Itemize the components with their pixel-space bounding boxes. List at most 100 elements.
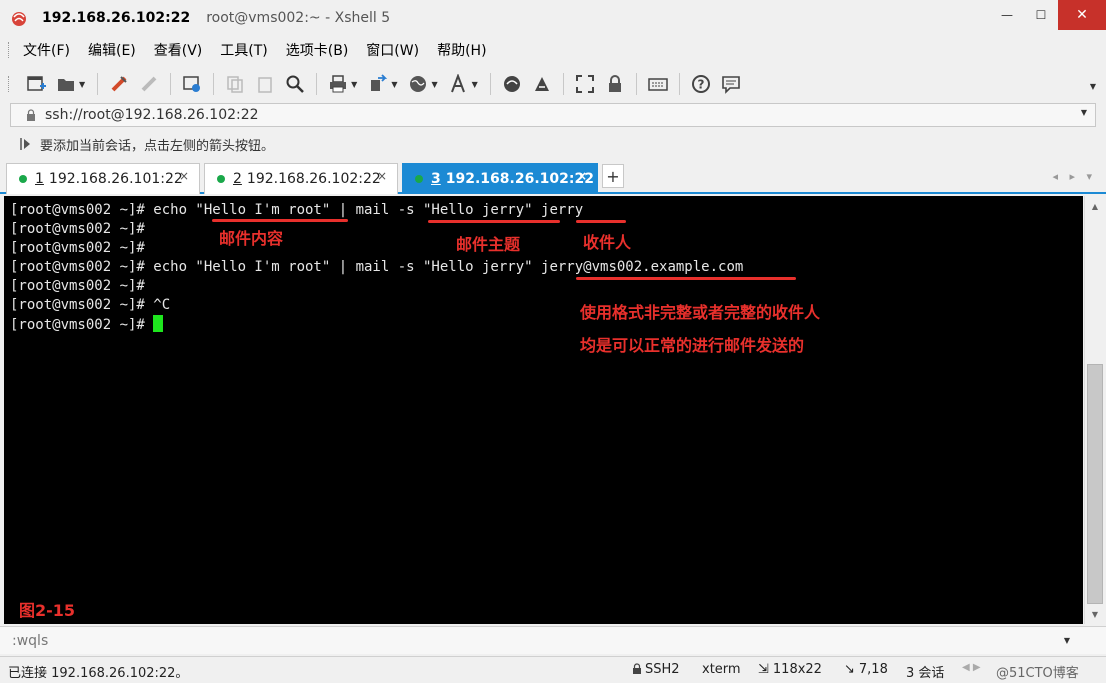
xftp-icon[interactable] bbox=[501, 73, 523, 95]
print-icon[interactable] bbox=[327, 73, 349, 95]
terminal-line: [root@vms002 ~]# bbox=[10, 240, 145, 256]
keyboard-icon[interactable] bbox=[647, 73, 669, 95]
toolbar-separator bbox=[97, 73, 99, 95]
tab-close-icon[interactable]: × bbox=[577, 169, 587, 183]
address-bar[interactable]: ssh://root@192.168.26.102:22 ▼ bbox=[10, 103, 1096, 127]
lock-icon[interactable] bbox=[604, 73, 626, 95]
toolbar-separator bbox=[316, 73, 318, 95]
toolbar-grip bbox=[8, 76, 11, 92]
terminal-line: [root@vms002 ~]# ^C bbox=[10, 297, 171, 313]
menu-view[interactable]: 查看(V) bbox=[152, 38, 205, 62]
tab-bar: 1 192.168.26.101:22 × 2 192.168.26.102:2… bbox=[0, 160, 1106, 194]
figure-label: 图2-15 bbox=[19, 601, 76, 620]
globe-icon[interactable] bbox=[407, 73, 429, 95]
help-icon[interactable]: ? bbox=[690, 73, 712, 95]
session-hint-bar: 要添加当前会话，点击左侧的箭头按钮。 bbox=[10, 132, 1096, 156]
transfer-icon[interactable] bbox=[367, 73, 389, 95]
status-cursor-pos: ↘ 7,18 bbox=[844, 662, 888, 677]
annotation-recipient: 收件人 bbox=[583, 233, 632, 252]
scroll-up-arrow-icon[interactable]: ▲ bbox=[1085, 198, 1105, 214]
toolbar-overflow-icon[interactable]: ▼ bbox=[1090, 82, 1096, 91]
connect-icon[interactable] bbox=[108, 73, 130, 95]
window-title-host: 192.168.26.102:22 bbox=[42, 10, 191, 26]
transfer-dropdown-icon[interactable]: ▼ bbox=[391, 80, 397, 89]
compose-input[interactable]: :wqls bbox=[12, 633, 48, 649]
tab-close-icon[interactable]: × bbox=[377, 169, 387, 183]
disconnect-icon[interactable] bbox=[138, 73, 160, 95]
status-size: ⇲ 118x22 bbox=[758, 662, 822, 677]
toolbar-separator bbox=[678, 73, 680, 95]
tab-number: 1 bbox=[35, 171, 44, 187]
chat-icon[interactable] bbox=[720, 73, 742, 95]
annotation-note-line1: 使用格式非完整或者完整的收件人 bbox=[580, 303, 821, 322]
menu-bar: 文件(F) 编辑(E) 查看(V) 工具(T) 选项卡(B) 窗口(W) 帮助(… bbox=[0, 36, 1106, 64]
window-controls: — ☐ ✕ bbox=[990, 0, 1106, 30]
annotation-underline bbox=[212, 219, 348, 222]
toolbar: ▼ ▼ ▼ ▼ ▼ ? ▼ bbox=[0, 66, 1106, 102]
svg-text:?: ? bbox=[697, 78, 704, 92]
compose-dropdown-icon[interactable]: ▼ bbox=[1064, 636, 1070, 645]
status-size-text: 118x22 bbox=[772, 662, 822, 677]
tab-navigation-arrows[interactable]: ◂ ▸ ▾ bbox=[1052, 170, 1096, 183]
tab-session-3[interactable]: 3 192.168.26.102:22 × bbox=[402, 163, 598, 194]
close-button[interactable]: ✕ bbox=[1058, 0, 1106, 30]
tab-number: 2 bbox=[233, 171, 242, 187]
window-title-subtitle: root@vms002:~ - Xshell 5 bbox=[206, 10, 391, 26]
menu-tools[interactable]: 工具(T) bbox=[218, 38, 269, 62]
terminal-prompt-text: [root@vms002 ~]# bbox=[10, 317, 154, 333]
menu-tabs[interactable]: 选项卡(B) bbox=[284, 38, 351, 62]
new-tab-button[interactable]: + bbox=[602, 164, 624, 188]
menu-file[interactable]: 文件(F) bbox=[21, 38, 72, 62]
open-folder-icon[interactable] bbox=[55, 73, 77, 95]
terminal-line: [root@vms002 ~]# bbox=[10, 221, 145, 237]
connected-status-icon bbox=[19, 175, 27, 183]
terminal-cursor bbox=[153, 315, 164, 332]
watermark: @51CTO博客 bbox=[996, 666, 1079, 681]
find-icon[interactable] bbox=[284, 73, 306, 95]
status-nav-arrows[interactable]: ◀ ▶ bbox=[962, 662, 981, 673]
connected-status-icon bbox=[217, 175, 225, 183]
status-protocol: SSH2 bbox=[632, 662, 680, 677]
new-session-icon[interactable] bbox=[25, 73, 47, 95]
ssh-lock-icon bbox=[633, 663, 641, 674]
add-session-arrow-icon[interactable] bbox=[20, 137, 32, 151]
copy-icon[interactable] bbox=[224, 73, 246, 95]
font-dropdown-icon[interactable]: ▼ bbox=[472, 80, 478, 89]
annotation-underline bbox=[576, 220, 626, 223]
compose-bar[interactable]: :wqls ▼ bbox=[0, 626, 1106, 654]
xshell-logo-icon bbox=[12, 12, 26, 26]
scrollbar-thumb[interactable] bbox=[1087, 364, 1103, 604]
tab-label: 192.168.26.102:22 bbox=[445, 171, 594, 187]
font-icon[interactable] bbox=[448, 73, 470, 95]
xshell-icon[interactable] bbox=[531, 73, 553, 95]
globe-dropdown-icon[interactable]: ▼ bbox=[431, 80, 437, 89]
tab-session-1[interactable]: 1 192.168.26.101:22 × bbox=[6, 163, 200, 194]
status-connected: 已连接 192.168.26.102:22。 bbox=[8, 666, 189, 681]
menu-help[interactable]: 帮助(H) bbox=[435, 38, 488, 62]
print-dropdown-icon[interactable]: ▼ bbox=[351, 80, 357, 89]
title-bar: 192.168.26.102:22 root@vms002:~ - Xshell… bbox=[0, 0, 1106, 36]
annotation-mail-content: 邮件内容 bbox=[219, 229, 284, 248]
status-bar: 已连接 192.168.26.102:22。 SSH2 xterm ⇲ 118x2… bbox=[0, 656, 1106, 683]
paste-icon[interactable] bbox=[254, 73, 276, 95]
open-dropdown-icon[interactable]: ▼ bbox=[79, 80, 85, 89]
terminal-scrollbar[interactable]: ▲ ▼ bbox=[1084, 196, 1104, 624]
maximize-button[interactable]: ☐ bbox=[1024, 0, 1058, 30]
fullscreen-icon[interactable] bbox=[574, 73, 596, 95]
menu-edit[interactable]: 编辑(E) bbox=[86, 38, 138, 62]
address-dropdown-icon[interactable]: ▼ bbox=[1081, 108, 1087, 117]
resize-icon: ⇲ bbox=[758, 662, 769, 677]
hint-text: 要添加当前会话，点击左侧的箭头按钮。 bbox=[40, 138, 275, 154]
minimize-button[interactable]: — bbox=[990, 0, 1024, 30]
tab-number: 3 bbox=[431, 171, 441, 187]
tab-session-2[interactable]: 2 192.168.26.102:22 × bbox=[204, 163, 398, 194]
address-lock-icon bbox=[27, 109, 35, 121]
toolbar-separator bbox=[562, 73, 564, 95]
tab-close-icon[interactable]: × bbox=[179, 169, 189, 183]
terminal-screen[interactable]: [root@vms002 ~]# echo "Hello I'm root" |… bbox=[4, 196, 1083, 624]
menu-window[interactable]: 窗口(W) bbox=[364, 38, 421, 62]
properties-icon[interactable] bbox=[181, 73, 203, 95]
address-input[interactable]: ssh://root@192.168.26.102:22 bbox=[45, 107, 259, 123]
terminal-line: [root@vms002 ~]# echo "Hello I'm root" |… bbox=[10, 259, 744, 275]
scroll-down-arrow-icon[interactable]: ▼ bbox=[1085, 606, 1105, 622]
